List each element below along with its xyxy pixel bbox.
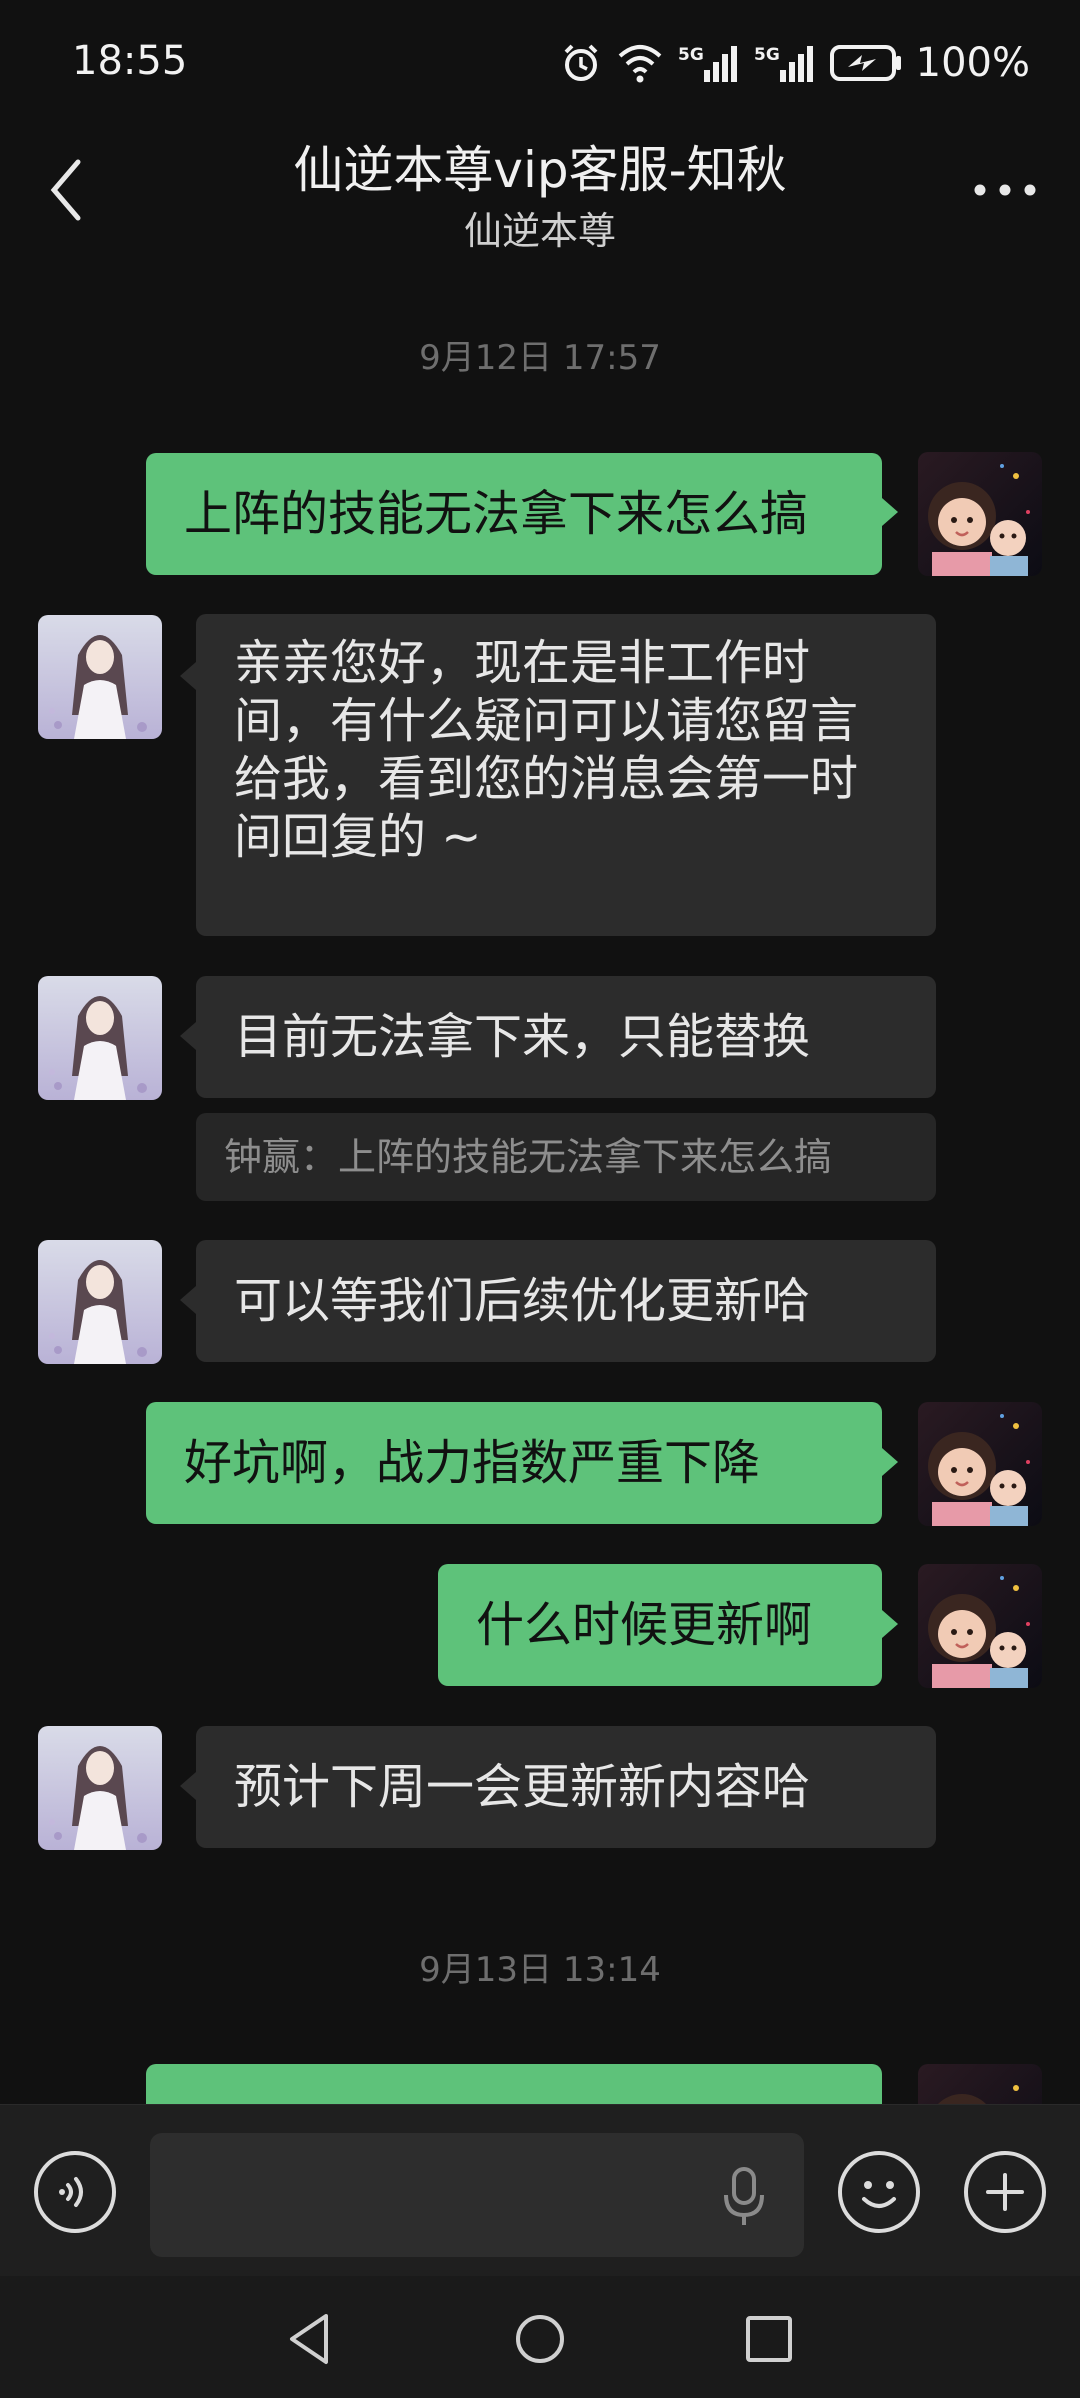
avatar-agent[interactable] [38,1726,162,1850]
mic-button[interactable] [716,2163,772,2231]
timestamp: 9月12日 17:57 [419,338,661,378]
message-bubble-received[interactable]: 目前无法拿下来，只能替换 [196,976,936,1098]
avatar-me[interactable] [918,1402,1042,1526]
avatar-agent-image [38,615,162,739]
input-bar [0,2104,1080,2277]
message-line: 给我，看到您的消息会第一时 [234,751,859,807]
bubble-tail [882,498,898,526]
signal-5g-icon: 5G [754,45,813,82]
status-time: 18:55 [72,38,188,84]
system-nav-bar [0,2276,1080,2398]
quoted-message[interactable]: 钟赢：上阵的技能无法拿下来怎么搞 [196,1113,936,1201]
avatar-agent-image [38,1726,162,1850]
bubble-tail [180,1022,196,1050]
avatar-agent[interactable] [38,1240,162,1364]
message-bubble-received[interactable]: 亲亲您好，现在是非工作时 间，有什么疑问可以请您留言 给我，看到您的消息会第一时… [196,614,936,936]
status-icons: 5G 5G 100% [560,38,1030,88]
voice-icon [59,2177,83,2207]
emoji-icon [862,2181,896,2208]
message-bubble-received[interactable]: 预计下周一会更新新内容哈 [196,1726,936,1848]
battery-percent: 100% [915,40,1030,86]
chat-header: 仙逆本尊vip客服-知秋 仙逆本尊 [0,120,1080,260]
battery-charging-icon [829,45,901,81]
avatar-agent-image [38,1240,162,1364]
microphone-icon [724,2167,764,2225]
message-input[interactable] [150,2133,804,2257]
signal-5g-icon: 5G [678,45,737,82]
bubble-tail [180,662,196,690]
bubble-tail [180,1286,196,1314]
nav-recents-button[interactable] [734,2304,804,2374]
svg-text:5G: 5G [678,45,704,65]
avatar-me-image [918,452,1042,576]
status-bar: 18:55 5G 5G 100% [0,0,1080,130]
avatar-me[interactable] [918,452,1042,576]
plus-icon [986,2173,1024,2211]
bubble-tail [180,1772,196,1800]
message-bubble-sent[interactable]: 什么时候更新啊 [438,1564,882,1686]
message-line: 间，有什么疑问可以请您留言 [234,693,859,749]
alarm-icon [564,44,598,81]
nav-back-button[interactable] [276,2304,346,2374]
timestamp: 9月13日 13:14 [419,1950,661,1990]
nav-home-button[interactable] [505,2304,575,2374]
more-button[interactable] [970,170,1040,210]
avatar-agent[interactable] [38,615,162,739]
bubble-tail [882,1610,898,1638]
more-dots-icon [974,184,1036,196]
wifi-icon [618,45,661,83]
circle-home-icon [516,2315,564,2363]
avatar-me-image [918,1402,1042,1526]
avatar-agent-image [38,976,162,1100]
add-button[interactable] [964,2151,1046,2233]
chat-subtitle: 仙逆本尊 [463,209,616,253]
svg-text:5G: 5G [754,45,780,65]
emoji-button[interactable] [838,2151,920,2233]
message-line: 间回复的 ~ [234,809,482,865]
avatar-me-image [918,1564,1042,1688]
message-bubble-sent[interactable]: 好坑啊，战力指数严重下降 [146,1402,882,1524]
chat-title: 仙逆本尊vip客服-知秋 [293,141,787,199]
avatar-agent[interactable] [38,976,162,1100]
message-bubble-sent[interactable]: 上阵的技能无法拿下来怎么搞 [146,453,882,575]
avatar-me[interactable] [918,1564,1042,1688]
square-recents-icon [746,2316,792,2362]
bubble-tail [882,1448,898,1476]
message-line: 亲亲您好，现在是非工作时 [234,635,811,691]
triangle-back-icon [290,2314,328,2364]
message-bubble-received[interactable]: 可以等我们后续优化更新哈 [196,1240,936,1362]
voice-mode-button[interactable] [34,2151,116,2233]
